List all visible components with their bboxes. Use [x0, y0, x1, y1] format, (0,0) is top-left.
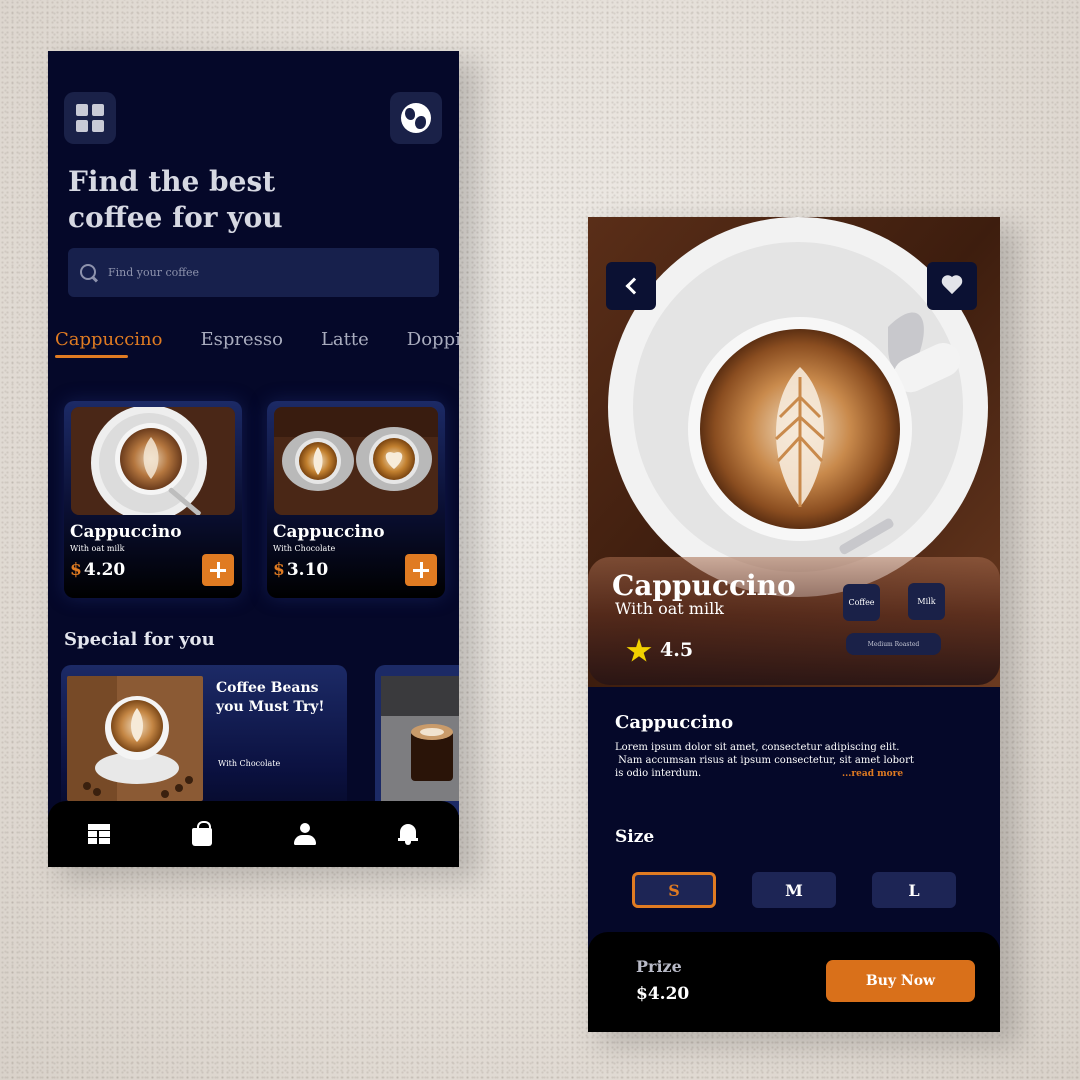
- section-title: Special for you: [64, 629, 215, 650]
- globe-button[interactable]: [390, 92, 442, 144]
- globe-icon: [401, 103, 431, 133]
- size-title: Size: [615, 827, 655, 847]
- special-title: Coffee Beans you Must Try!: [216, 680, 325, 715]
- ingredient-chip-coffee[interactable]: Coffee: [843, 584, 880, 621]
- star-icon: [626, 638, 652, 662]
- buy-now-button[interactable]: Buy Now: [826, 960, 975, 1002]
- home-icon: [88, 824, 111, 844]
- search-icon: [80, 263, 98, 282]
- price-value: 4.20: [83, 560, 126, 580]
- product-image: [274, 407, 438, 515]
- nav-home[interactable]: [77, 812, 121, 856]
- bottom-nav: [48, 801, 459, 867]
- roast-badge: Medium Roasted: [846, 633, 941, 655]
- special-image: [67, 676, 203, 801]
- headline-line-1: Find the best: [68, 165, 276, 198]
- price-value: 3.10: [286, 560, 329, 580]
- user-icon: [293, 823, 316, 845]
- special-image: [381, 676, 459, 801]
- size-m-button[interactable]: M: [752, 872, 836, 908]
- nav-notifications[interactable]: [386, 812, 430, 856]
- detail-screen: Cappuccino With oat milk 4.5 Coffee Milk…: [588, 217, 1000, 1032]
- special-card[interactable]: Coffee Beans you Must Try! With Chocolat…: [61, 665, 347, 815]
- description-line: Nam accumsan risus at ipsum consectetur,…: [615, 755, 914, 766]
- product-subtitle: With oat milk: [615, 599, 724, 618]
- description-title: Cappuccino: [615, 712, 734, 733]
- favorite-button[interactable]: [927, 262, 977, 310]
- prize-value: $4.20: [636, 984, 690, 1004]
- headline-line-2: coffee for you: [68, 201, 283, 234]
- product-name: Cappuccino: [273, 522, 385, 542]
- plus-icon: [210, 562, 226, 578]
- nav-profile[interactable]: [283, 812, 327, 856]
- product-sub: With Chocolate: [273, 544, 336, 553]
- back-button[interactable]: [606, 262, 656, 310]
- home-screen: Find the best coffee for you Cappuccino …: [48, 51, 459, 867]
- search-bar[interactable]: [68, 248, 439, 297]
- heart-icon: [941, 276, 963, 296]
- product-price: $3.10: [273, 560, 328, 580]
- add-to-cart-button[interactable]: [202, 554, 234, 586]
- prize-label: Prize: [636, 957, 682, 976]
- page-title: Find the best coffee for you: [68, 164, 388, 236]
- tab-cappuccino[interactable]: Cappuccino: [55, 329, 163, 358]
- tab-doppio[interactable]: Doppio: [407, 329, 459, 350]
- tab-latte[interactable]: Latte: [321, 329, 369, 350]
- product-sub: With oat milk: [70, 544, 125, 553]
- product-price: $4.20: [70, 560, 125, 580]
- back-icon: [625, 277, 643, 295]
- product-title: Cappuccino: [612, 569, 796, 602]
- grid-icon: [76, 104, 104, 132]
- checkout-bar: Prize $4.20 Buy Now: [588, 932, 1000, 1032]
- read-more-link[interactable]: ...read more: [842, 769, 903, 779]
- tab-espresso[interactable]: Espresso: [201, 329, 283, 350]
- search-input[interactable]: [108, 266, 408, 279]
- plus-icon: [413, 562, 429, 578]
- add-to-cart-button[interactable]: [405, 554, 437, 586]
- bell-icon: [397, 822, 419, 846]
- product-name: Cappuccino: [70, 522, 182, 542]
- nav-cart[interactable]: [180, 812, 224, 856]
- special-sub: With Chocolate: [218, 759, 281, 768]
- product-card[interactable]: Cappuccino With oat milk $4.20: [64, 401, 242, 598]
- bag-icon: [192, 821, 213, 846]
- size-s-button[interactable]: S: [632, 872, 716, 908]
- size-l-button[interactable]: L: [872, 872, 956, 908]
- product-image: [71, 407, 235, 515]
- category-tabs: Cappuccino Espresso Latte Doppio: [55, 329, 459, 358]
- currency-symbol: $: [273, 560, 285, 580]
- product-info-panel: Cappuccino With oat milk 4.5: [588, 557, 1000, 685]
- description-line: Lorem ipsum dolor sit amet, consectetur …: [615, 742, 900, 753]
- product-card[interactable]: Cappuccino With Chocolate $3.10: [267, 401, 445, 598]
- ingredient-chip-milk[interactable]: Milk: [908, 583, 945, 620]
- menu-button[interactable]: [64, 92, 116, 144]
- special-card[interactable]: [375, 665, 459, 815]
- currency-symbol: $: [70, 560, 82, 580]
- rating-value: 4.5: [660, 639, 694, 661]
